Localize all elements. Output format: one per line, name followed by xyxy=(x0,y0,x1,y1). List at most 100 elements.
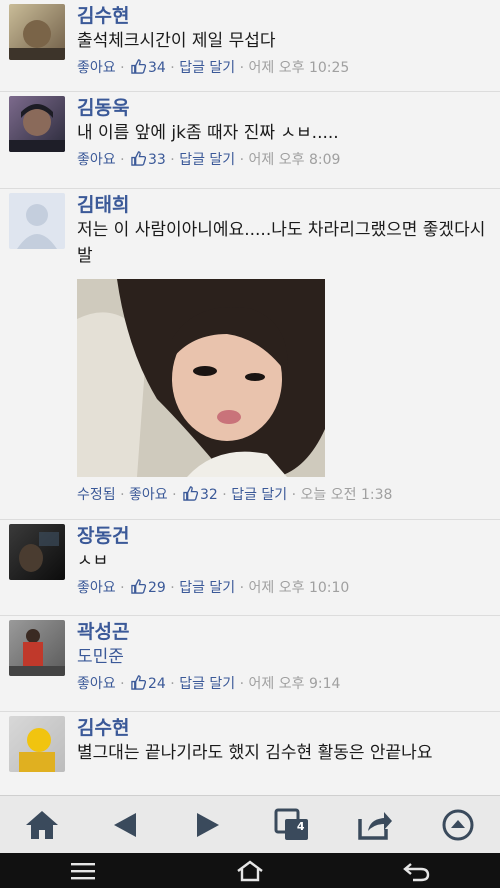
comment-text: ㅅㅂ xyxy=(77,551,109,571)
system-home-button[interactable] xyxy=(220,853,280,888)
browser-toolbar: 4 xyxy=(0,795,500,853)
comment-feed[interactable]: 김수현 출석체크시간이 제일 무섭다 좋아요 · 34 · 답글 달기 · 어제… xyxy=(0,0,500,795)
separator: · xyxy=(235,60,249,76)
commenter-name[interactable]: 김수현 xyxy=(77,4,490,28)
thumbs-up-icon xyxy=(183,486,198,501)
avatar[interactable] xyxy=(9,193,65,249)
comment-text: 출석체크시간이 제일 무섭다 xyxy=(77,31,276,51)
comment-photo[interactable] xyxy=(77,279,325,477)
avatar[interactable] xyxy=(9,620,65,676)
return-icon xyxy=(402,862,429,881)
like-link[interactable]: 좋아요 xyxy=(77,60,116,76)
comment-meta: 좋아요 · 33 · 답글 달기 · 어제 오후 8:09 xyxy=(77,146,490,174)
avatar[interactable] xyxy=(9,4,65,60)
separator: · xyxy=(165,580,180,596)
separator: · xyxy=(235,676,249,692)
comment-item: 김태희 저는 이 사람이아니에요.....나도 차라리그랬으면 좋겠다시발 수정… xyxy=(0,189,500,520)
avatar[interactable] xyxy=(9,96,65,152)
comment-meta: 좋아요 · 24 · 답글 달기 · 어제 오후 9:14 xyxy=(77,670,490,698)
comment-meta: 좋아요 · 34 · 답글 달기 · 어제 오후 10:25 xyxy=(77,54,490,82)
separator: · xyxy=(217,487,232,503)
separator: · xyxy=(115,487,129,503)
share-button[interactable] xyxy=(347,801,403,849)
like-count[interactable]: 29 xyxy=(148,580,166,596)
separator: · xyxy=(287,487,301,503)
avatar-photo xyxy=(19,532,59,572)
reply-link[interactable]: 답글 달기 xyxy=(231,487,287,503)
comment-text: 별그대는 끝나기라도 했지 김수현 활동은 안끝나요 xyxy=(77,743,433,763)
forward-icon xyxy=(197,812,220,837)
avatar[interactable] xyxy=(9,524,65,580)
commenter-name[interactable]: 곽성곤 xyxy=(77,620,490,644)
commenter-name[interactable]: 장동건 xyxy=(77,524,490,548)
like-count[interactable]: 24 xyxy=(148,676,166,692)
avatar-photo xyxy=(9,104,65,152)
separator: · xyxy=(115,60,129,76)
like-link[interactable]: 좋아요 xyxy=(129,487,168,503)
separator: · xyxy=(235,580,249,596)
comment-item: 장동건 ㅅㅂ 좋아요 · 29 · 답글 달기 · 어제 오후 10:10 xyxy=(0,520,500,616)
reply-link[interactable]: 답글 달기 xyxy=(179,676,235,692)
portrait-image xyxy=(77,279,325,477)
like-link[interactable]: 좋아요 xyxy=(77,676,116,692)
thumbs-up-icon xyxy=(131,151,146,166)
thumbs-up-icon xyxy=(131,675,146,690)
comment-meta: 좋아요 · 29 · 답글 달기 · 어제 오후 10:10 xyxy=(77,574,490,602)
separator: · xyxy=(115,676,129,692)
screen: 김수현 출석체크시간이 제일 무섭다 좋아요 · 34 · 답글 달기 · 어제… xyxy=(0,0,500,888)
like-count[interactable]: 33 xyxy=(148,152,166,168)
commenter-name[interactable]: 김동욱 xyxy=(77,96,490,120)
scroll-top-button[interactable] xyxy=(430,801,486,849)
tab-count: 4 xyxy=(296,819,305,833)
reply-link[interactable]: 답글 달기 xyxy=(179,580,235,596)
back-button[interactable] xyxy=(97,801,153,849)
comment-item: 김수현 별그대는 끝나기라도 했지 김수현 활동은 안끝나요 xyxy=(0,712,500,795)
menu-icon xyxy=(71,862,96,879)
comment-item: 김동욱 내 이름 앞에 jk좀 때자 진짜 ㅅㅂ..... 좋아요 · 33 ·… xyxy=(0,92,500,189)
reply-link[interactable]: 답글 달기 xyxy=(179,152,235,168)
avatar-photo xyxy=(9,629,65,676)
comment-meta: 수정됨 · 좋아요 · 32 · 답글 달기 · 오늘 오전 1:38 xyxy=(77,481,490,509)
comment-item: 곽성곤 도민준 좋아요 · 24 · 답글 달기 · 어제 오후 9:14 xyxy=(0,616,500,712)
comment-text: 저는 이 사람이아니에요.....나도 차라리그랬으면 좋겠다시발 xyxy=(77,220,486,266)
reply-link[interactable]: 답글 달기 xyxy=(179,60,235,76)
timestamp: 어제 오후 10:25 xyxy=(248,60,350,76)
back-icon xyxy=(113,812,136,837)
separator: · xyxy=(165,676,180,692)
like-link[interactable]: 좋아요 xyxy=(77,580,116,596)
separator: · xyxy=(235,152,249,168)
comment-item: 김수현 출석체크시간이 제일 무섭다 좋아요 · 34 · 답글 달기 · 어제… xyxy=(0,0,500,92)
like-count[interactable]: 32 xyxy=(200,487,218,503)
timestamp: 어제 오후 8:09 xyxy=(248,152,341,168)
timestamp: 오늘 오전 1:38 xyxy=(300,487,393,503)
commenter-name[interactable]: 김수현 xyxy=(77,716,490,740)
system-navigation-bar xyxy=(0,853,500,888)
system-back-button[interactable] xyxy=(387,853,447,888)
separator: · xyxy=(115,152,129,168)
comment-text: 도민준 xyxy=(77,647,124,667)
avatar-photo xyxy=(19,728,55,772)
timestamp: 어제 오후 10:10 xyxy=(248,580,350,596)
avatar[interactable] xyxy=(9,716,65,772)
default-avatar-icon xyxy=(17,204,57,249)
thumbs-up-icon xyxy=(131,59,146,74)
thumbs-up-icon xyxy=(131,579,146,594)
avatar-photo xyxy=(9,20,65,60)
separator: · xyxy=(115,580,129,596)
like-link[interactable]: 좋아요 xyxy=(77,152,116,168)
timestamp: 어제 오후 9:14 xyxy=(248,676,341,692)
forward-button[interactable] xyxy=(180,801,236,849)
comment-text: 내 이름 앞에 jk좀 때자 진짜 ㅅㅂ..... xyxy=(77,123,339,143)
home-icon xyxy=(25,810,58,839)
like-count[interactable]: 34 xyxy=(148,60,166,76)
home-outline-icon xyxy=(237,860,263,881)
tabs-button[interactable]: 4 xyxy=(264,801,320,849)
share-icon xyxy=(358,811,392,840)
menu-button[interactable] xyxy=(53,853,113,888)
home-button[interactable] xyxy=(14,801,70,849)
edited-link[interactable]: 수정됨 xyxy=(77,487,116,503)
commenter-name[interactable]: 김태희 xyxy=(77,193,490,217)
separator: · xyxy=(165,152,180,168)
separator: · xyxy=(165,60,180,76)
scroll-top-icon xyxy=(442,809,474,840)
